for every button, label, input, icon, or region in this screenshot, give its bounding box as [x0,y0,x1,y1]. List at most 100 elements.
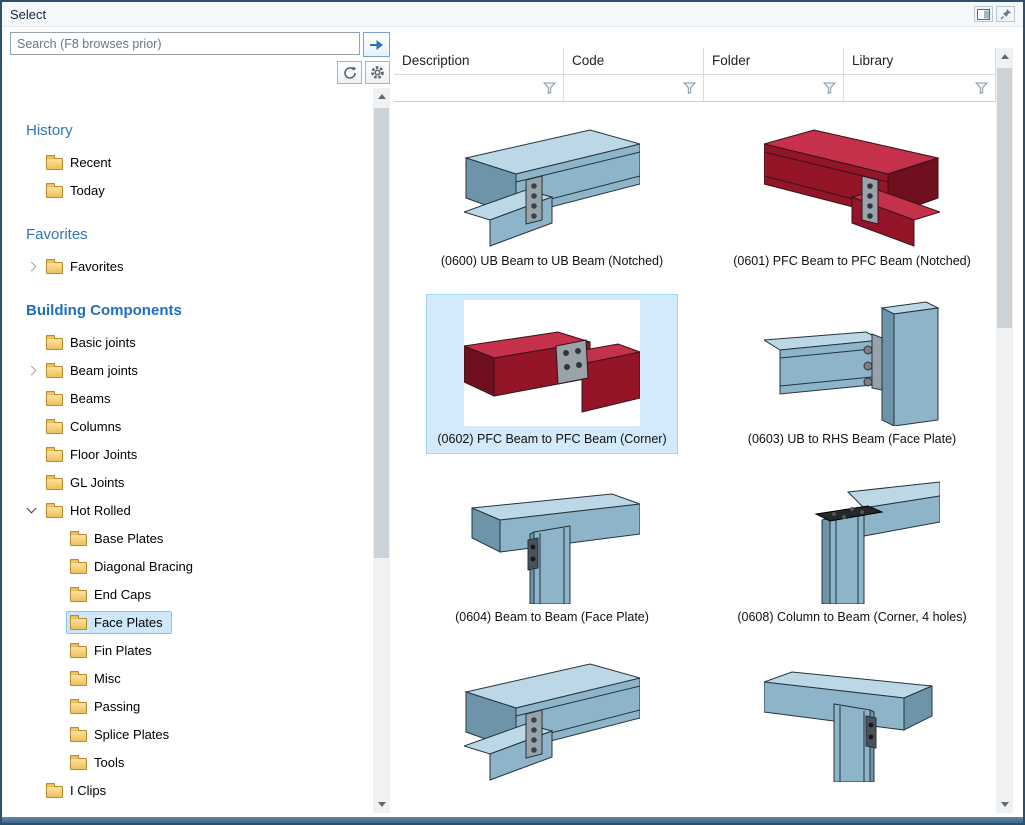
column-header-description[interactable]: Description [394,48,564,75]
tree-item-label: Today [70,183,105,198]
scrollbar-thumb[interactable] [374,108,389,558]
tree-item-beams[interactable]: Beams [20,384,370,412]
folder-icon [46,186,63,198]
tree-section-history: History [26,122,370,139]
chevron-right-icon[interactable] [20,263,42,270]
tree-item-tools[interactable]: Tools [20,748,370,776]
tree-item-label: Passing [94,699,140,714]
tree-item-beam-joints[interactable]: Beam joints [20,356,370,384]
tree-item-label: Beam joints [70,363,138,378]
titlebar: Select [2,2,1023,27]
pin-icon[interactable] [996,6,1015,22]
tree-item-recent[interactable]: Recent [20,148,370,176]
arrow-right-icon [369,39,384,51]
tree-item-passing[interactable]: Passing [20,692,370,720]
search-go-button[interactable] [363,32,390,57]
scroll-up-button[interactable] [996,48,1013,65]
filter-cell-folder [704,75,844,102]
tree-item-label: Fin Plates [94,643,152,658]
tree-item-fin-plates[interactable]: Fin Plates [20,636,370,664]
folder-icon [70,590,87,602]
folder-icon [46,338,63,350]
refresh-button[interactable] [337,61,362,84]
tree-item-basic-joints[interactable]: Basic joints [20,328,370,356]
scrollbar-thumb[interactable] [997,68,1012,328]
tree-item-end-caps[interactable]: End Caps [20,580,370,608]
tree-item-label: Splice Plates [94,727,169,742]
scroll-up-button[interactable] [373,88,390,105]
column-header-folder[interactable]: Folder [704,48,844,75]
tree-item-label: Columns [70,419,121,434]
component-caption: (0600) UB Beam to UB Beam (Notched) [441,254,663,269]
tree-item-label: Misc [94,671,121,686]
column-header-library[interactable]: Library [844,48,996,75]
tree-item-label: Base Plates [94,531,163,546]
tools-row [10,61,390,84]
dock-window-icon[interactable] [974,6,993,22]
folder-icon [46,366,63,378]
triangle-up-icon [1001,54,1009,59]
component-caption: (0601) PFC Beam to PFC Beam (Notched) [733,254,971,269]
tree-item-columns[interactable]: Columns [20,412,370,440]
component-caption: (0608) Column to Beam (Corner, 4 holes) [737,610,966,625]
scroll-down-button[interactable] [996,796,1013,813]
tree-item-label: Floor Joints [70,447,137,462]
tree-item-label: End Caps [94,587,151,602]
funnel-icon[interactable] [538,77,560,99]
funnel-icon[interactable] [818,77,840,99]
component-thumbnail [764,478,940,604]
component-item-0602[interactable]: (0602) PFC Beam to PFC Beam (Corner) [426,294,677,454]
tree-item-favorites[interactable]: Favorites [20,252,370,280]
component-item-partial-2[interactable] [753,650,951,795]
tree-item-hot-rolled[interactable]: Hot Rolled [20,496,370,524]
tree-item-label: Diagonal Bracing [94,559,193,574]
component-item-partial-1[interactable] [453,650,651,795]
tree-item-misc[interactable]: Misc [20,664,370,692]
tree-scrollbar[interactable] [373,88,390,813]
tree-item-base-plates[interactable]: Base Plates [20,524,370,552]
folder-icon [46,786,63,798]
component-item-0608[interactable]: (0608) Column to Beam (Corner, 4 holes) [726,472,977,632]
tree-item-i-clips[interactable]: I Clips [20,776,370,804]
folder-icon [70,562,87,574]
tree-item-label: Beams [70,391,110,406]
tree-item-diagonal-bracing[interactable]: Diagonal Bracing [20,552,370,580]
column-header-code[interactable]: Code [564,48,704,75]
tree-item-floor-joints[interactable]: Floor Joints [20,440,370,468]
component-thumbnail [764,300,940,426]
folder-icon [70,702,87,714]
folder-icon [46,262,63,274]
component-caption: (0604) Beam to Beam (Face Plate) [455,610,649,625]
component-caption: (0602) PFC Beam to PFC Beam (Corner) [437,432,666,447]
filter-cell-description [394,75,564,102]
folder-icon [70,534,87,546]
component-item-0601[interactable]: (0601) PFC Beam to PFC Beam (Notched) [722,116,982,276]
component-item-0603[interactable]: (0603) UB to RHS Beam (Face Plate) [737,294,967,454]
tree-item-gl-joints[interactable]: GL Joints [20,468,370,496]
catalog-scrollbar[interactable] [996,48,1013,813]
category-tree: History Recent Today Favorites Favorites… [10,88,390,813]
component-item-0604[interactable]: (0604) Beam to Beam (Face Plate) [444,472,660,632]
tree-item-label: GL Joints [70,475,124,490]
filter-cell-code [564,75,704,102]
settings-button[interactable] [365,61,390,84]
component-thumbnail [464,478,640,604]
triangle-up-icon [378,94,386,99]
tree-item-label: Basic joints [70,335,136,350]
select-window: Select History [0,0,1025,825]
search-input[interactable] [10,32,360,55]
funnel-icon[interactable] [678,77,700,99]
tree-item-face-plates[interactable]: Face Plates [20,608,370,636]
chevron-right-icon[interactable] [20,367,42,374]
tree-item-label: Tools [94,755,124,770]
component-caption: (0603) UB to RHS Beam (Face Plate) [748,432,956,447]
component-thumbnail [464,122,640,248]
funnel-icon[interactable] [970,77,992,99]
tree-item-today[interactable]: Today [20,176,370,204]
tree-item-splice-plates[interactable]: Splice Plates [20,720,370,748]
component-item-0600[interactable]: (0600) UB Beam to UB Beam (Notched) [430,116,674,276]
component-thumbnail [764,656,940,782]
component-catalog-panel: Description Code Folder Library (0600) U… [394,48,1013,813]
chevron-down-icon[interactable] [20,508,42,512]
scroll-down-button[interactable] [373,796,390,813]
